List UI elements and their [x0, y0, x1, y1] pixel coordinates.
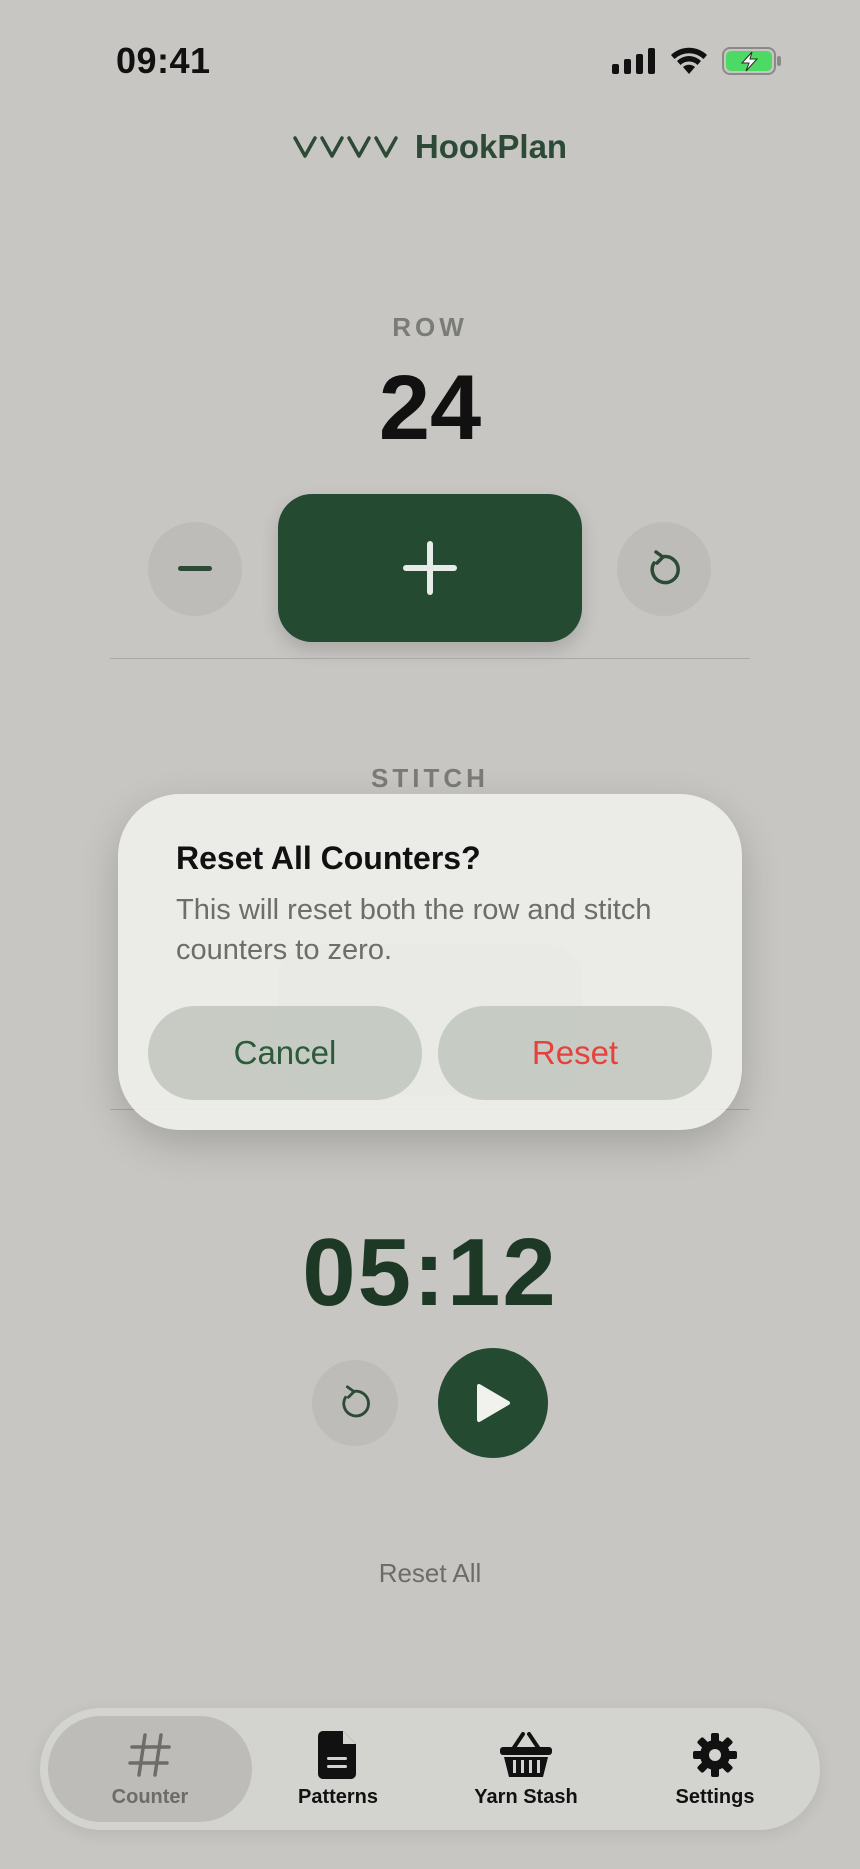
basket-icon	[500, 1731, 552, 1777]
app-name: HookPlan	[414, 128, 568, 165]
tab-bar: Counter Patterns Yarn Stash Settings	[40, 1708, 820, 1830]
timer-reset-button[interactable]	[312, 1360, 398, 1446]
gear-icon	[693, 1732, 737, 1777]
tab-settings[interactable]: Settings	[620, 1716, 810, 1822]
signal-icon	[612, 48, 655, 74]
tab-yarn-stash[interactable]: Yarn Stash	[431, 1716, 621, 1822]
row-label: ROW	[392, 312, 468, 342]
play-icon	[477, 1384, 510, 1422]
counter-screen: 09:41 HookPlan ROW 24 STITCH Reset All C…	[0, 0, 860, 1869]
tab-label: Patterns	[297, 1785, 379, 1808]
row-increment-button[interactable]	[278, 494, 582, 642]
status-time: 09:41	[116, 40, 211, 81]
reset-all-button[interactable]: Reset All	[0, 1558, 860, 1589]
row-count: 24	[378, 357, 482, 459]
wifi-icon	[671, 47, 707, 74]
dialog-message: This will reset both the row and stitch …	[176, 894, 652, 966]
minus-icon	[178, 566, 212, 571]
cancel-button[interactable]: Cancel	[148, 1006, 422, 1100]
reset-arrow-icon	[342, 1385, 370, 1418]
app-brand: HookPlan	[0, 128, 860, 166]
stitch-label: STITCH	[371, 763, 489, 793]
document-icon	[318, 1730, 356, 1779]
confirm-reset-button[interactable]: Reset	[438, 1006, 712, 1100]
status-icons	[612, 46, 782, 76]
tab-label: Settings	[675, 1785, 755, 1808]
timer-display: 05:12	[302, 1219, 558, 1326]
timer-play-button[interactable]	[438, 1348, 548, 1458]
hash-icon	[128, 1732, 171, 1777]
tab-label: Counter	[111, 1785, 189, 1808]
dialog-title: Reset All Counters?	[176, 840, 481, 876]
tab-patterns[interactable]: Patterns	[243, 1716, 433, 1822]
row-decrement-button[interactable]	[148, 522, 242, 616]
section-divider	[110, 658, 750, 659]
row-reset-button[interactable]	[617, 522, 711, 616]
reset-arrow-icon	[650, 550, 680, 585]
stitch-logo-icon	[293, 136, 398, 158]
tab-counter[interactable]: Counter	[48, 1716, 252, 1822]
tab-label: Yarn Stash	[474, 1785, 578, 1808]
battery-charging-icon	[722, 47, 781, 75]
reset-confirm-dialog: Reset All Counters? This will reset both…	[118, 794, 742, 1130]
plus-icon	[403, 541, 457, 595]
